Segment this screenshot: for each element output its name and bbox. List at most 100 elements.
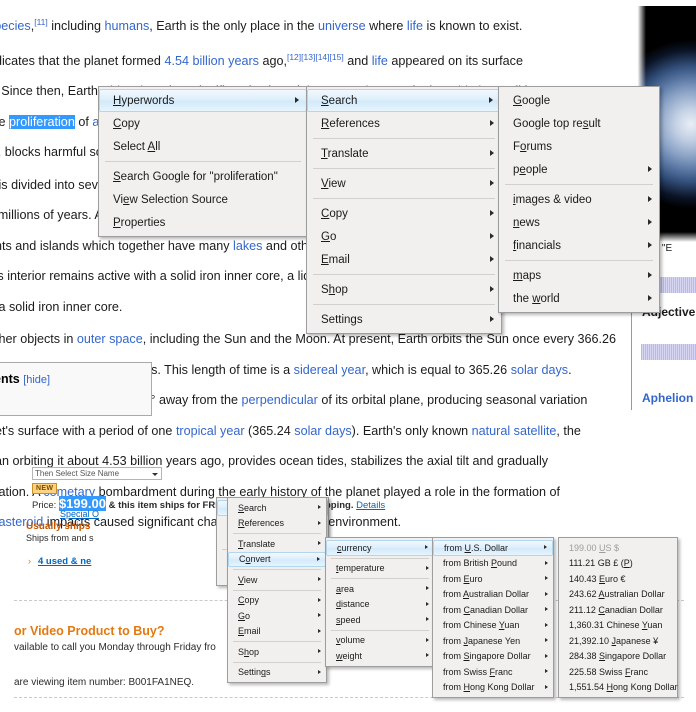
article-link[interactable]: solar days [511,363,568,377]
menu-item-225-58-swiss-franc[interactable]: 225.58 Swiss Franc [559,664,677,680]
menu-item-convert[interactable]: Convert [228,551,326,567]
menu-item-from-hong-kong-dollar[interactable]: from Hong Kong Dollar [433,680,553,696]
article-link[interactable]: lakes [233,239,262,253]
menu-item-google[interactable]: Google [499,89,659,112]
table-of-contents-title: ents [hide] [0,372,50,386]
article-link[interactable]: tropical year [176,424,245,438]
toc-hide-link[interactable]: [hide] [23,374,50,386]
menu-item-from-british-pound[interactable]: from British Pound [433,556,553,572]
menu-item-from-euro[interactable]: from Euro [433,571,553,587]
menu-item-copy[interactable]: Copy [99,112,307,135]
menu-item-hyperwords[interactable]: Hyperwords [99,89,307,112]
citation-ref[interactable]: [14] [315,52,329,62]
menu-item-view-selection-source[interactable]: View Selection Source [99,188,307,211]
menu-item-select-all[interactable]: Select All [99,135,307,158]
menu-item-label: Select All [113,140,161,153]
article-link[interactable]: natural satellite [472,424,557,438]
menu-item-translate[interactable]: Translate [228,536,326,552]
menu-item-volume[interactable]: volume [326,633,434,649]
menu-item-from-australian-dollar[interactable]: from Australian Dollar [433,587,553,603]
browser-context-menu-wiki[interactable]: Hyperwords Copy Select All Search Google fo… [98,86,308,237]
menu-item-284-38-singapore-dollar[interactable]: 284.38 Singapore Dollar [559,649,677,665]
size-name-select[interactable]: Then Select Size Name [32,467,162,480]
menu-item-from-chinese-yuan[interactable]: from Chinese Yuan [433,618,553,634]
menu-item-1-360-31-chinese-yuan[interactable]: 1,360.31 Chinese Yuan [559,618,677,634]
menu-item-settings[interactable]: Settings [307,308,501,331]
menu-item-from-canadian-dollar[interactable]: from Canadian Dollar [433,602,553,618]
menu-item-243-62-australian-dollar[interactable]: 243.62 Australian Dollar [559,587,677,603]
menu-item-currency[interactable]: currency [326,540,434,556]
article-link[interactable]: life [372,54,388,68]
menu-item-references[interactable]: References [307,112,501,135]
menu-item-translate[interactable]: Translate [307,142,501,165]
infobox-aphelion-label[interactable]: Aphelion [642,391,693,405]
article-link[interactable]: perpendicular [242,393,318,407]
citation-ref[interactable]: [12] [287,52,301,62]
menu-item-area[interactable]: area [326,581,434,597]
menu-separator [233,569,321,570]
menu-item-maps[interactable]: maps [499,264,659,287]
selected-text[interactable]: proliferation [9,114,75,129]
menu-item-the-world[interactable]: the world [499,287,659,310]
article-link[interactable]: species [0,19,31,33]
menu-item-references[interactable]: References [228,516,326,532]
menu-item-111-21-gb-p[interactable]: 111.21 GB £ (P) [559,556,677,572]
menu-item-email[interactable]: Email [307,248,501,271]
citation-ref[interactable]: [15] [330,52,344,62]
article-link[interactable]: 4.54 billion years [164,54,259,68]
menu-item-label: Google top result [513,117,601,130]
menu-item-email[interactable]: Email [228,624,326,640]
menu-item-from-japanese-yen[interactable]: from Japanese Yen [433,633,553,649]
search-submenu-wiki[interactable]: Google Google top result Forums people image… [498,86,660,313]
submenu-arrow-icon [426,601,429,606]
currency-results-submenu[interactable]: 199.00 US $ 111.21 GB £ (P) 140.43 Euro € 2… [558,537,678,698]
menu-item-from-swiss-franc[interactable]: from Swiss Franc [433,664,553,680]
menu-item-weight[interactable]: weight [326,648,434,664]
citation-ref[interactable]: [13] [301,52,315,62]
article-link[interactable]: sidereal year [294,363,365,377]
menu-item-shop[interactable]: Shop [307,278,501,301]
menu-item-search[interactable]: Search [228,500,326,516]
article-link[interactable]: solar days [294,424,351,438]
menu-item-temperature[interactable]: temperature [326,561,434,577]
details-link[interactable]: Details [356,500,385,511]
menu-item-copy[interactable]: Copy [307,202,501,225]
used-and-new-link[interactable]: 4 used & ne [38,556,91,567]
hyperwords-menu-wiki[interactable]: Search References Translate View Copy Go Email… [306,86,502,334]
menu-item-distance[interactable]: distance [326,597,434,613]
menu-item-properties[interactable]: Properties [99,211,307,234]
special-offers-link[interactable]: Special O [60,509,99,519]
menu-item-settings[interactable]: Settings [228,665,326,681]
menu-item-shop[interactable]: Shop [228,644,326,660]
menu-item-from-u-s-dollar[interactable]: from U.S. Dollar [433,540,553,556]
article-link[interactable]: outer space [77,332,143,346]
menu-item-search-google-for-proliferation[interactable]: Search Google for "proliferation" [99,165,307,188]
article-link[interactable]: universe [318,19,366,33]
article-link[interactable]: humans [104,19,149,33]
menu-item-search[interactable]: Search [307,89,501,112]
menu-item-speed[interactable]: speed [326,612,434,628]
menu-item-financials[interactable]: financials [499,234,659,257]
menu-item-forums[interactable]: Forums [499,135,659,158]
menu-item-go[interactable]: Go [228,608,326,624]
menu-item-211-12-canadian-dollar[interactable]: 211.12 Canadian Dollar [559,602,677,618]
menu-item-go[interactable]: Go [307,225,501,248]
menu-item-label: people [513,163,548,176]
menu-item-140-43-euro[interactable]: 140.43 Euro € [559,571,677,587]
hyperwords-menu-amazon[interactable]: Search References Translate Convert View Copy… [227,497,327,683]
article-link[interactable]: life [407,19,423,33]
menu-item-from-singapore-dollar[interactable]: from Singapore Dollar [433,649,553,665]
menu-item-people[interactable]: people [499,158,659,181]
menu-item-news[interactable]: news [499,211,659,234]
menu-item-1-551-54-hong-kong-dollar[interactable]: 1,551.54 Hong Kong Dollar [559,680,678,696]
convert-submenu-amazon[interactable]: currency temperature area distance speed volu… [325,537,435,667]
menu-item-images-video[interactable]: images & video [499,188,659,211]
currency-from-submenu[interactable]: from U.S. Dollar from British Pound from E… [432,537,554,698]
menu-item-199-00-us[interactable]: 199.00 US $ [559,540,677,556]
menu-item-view[interactable]: View [307,172,501,195]
citation-ref[interactable]: [11] [34,17,48,27]
menu-item-copy[interactable]: Copy [228,593,326,609]
menu-item-21-392-10-japanese[interactable]: 21,392.10 Japanese ¥ [559,633,677,649]
menu-item-view[interactable]: View [228,572,326,588]
menu-item-google-top-result[interactable]: Google top result [499,112,659,135]
